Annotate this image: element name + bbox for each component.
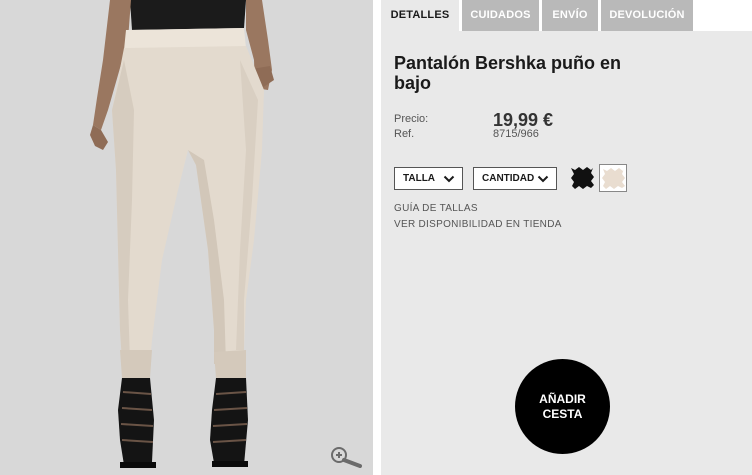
- tab-detalles[interactable]: DETALLES: [381, 0, 459, 31]
- product-photo: [0, 0, 373, 475]
- price-label: Precio:: [394, 113, 429, 125]
- tab-bar: DETALLES CUIDADOS ENVÍO DEVOLUCIÓN: [381, 0, 752, 31]
- product-image[interactable]: [0, 0, 373, 475]
- quantity-select-label: CANTIDAD: [482, 173, 535, 184]
- product-reference: 8715/966: [493, 128, 539, 140]
- chevron-down-icon: [537, 175, 549, 183]
- color-swatch-cream[interactable]: [599, 164, 627, 192]
- product-title: Pantalón Bershka puño en bajo: [394, 53, 622, 93]
- tab-envio[interactable]: ENVÍO: [542, 0, 598, 31]
- quantity-select[interactable]: CANTIDAD: [473, 167, 557, 190]
- size-guide-link[interactable]: GUÍA DE TALLAS: [394, 203, 478, 214]
- color-swatch-black-fill: [571, 167, 594, 189]
- chevron-down-icon: [443, 175, 455, 183]
- store-availability-link[interactable]: VER DISPONIBILIDAD EN TIENDA: [394, 219, 562, 230]
- tab-cuidados[interactable]: CUIDADOS: [462, 0, 539, 31]
- size-select[interactable]: TALLA: [394, 167, 463, 190]
- color-swatch-black[interactable]: [568, 164, 596, 192]
- add-to-cart-label: AÑADIR CESTA: [539, 391, 586, 421]
- add-to-cart-button[interactable]: AÑADIR CESTA: [515, 359, 610, 454]
- reference-label: Ref.: [394, 128, 415, 140]
- color-swatch-cream-fill: [602, 168, 625, 189]
- size-select-label: TALLA: [403, 173, 436, 184]
- tab-devolucion[interactable]: DEVOLUCIÓN: [601, 0, 693, 31]
- zoom-in-icon[interactable]: [330, 446, 364, 468]
- product-details-panel: DETALLES CUIDADOS ENVÍO DEVOLUCIÓN Panta…: [381, 0, 752, 475]
